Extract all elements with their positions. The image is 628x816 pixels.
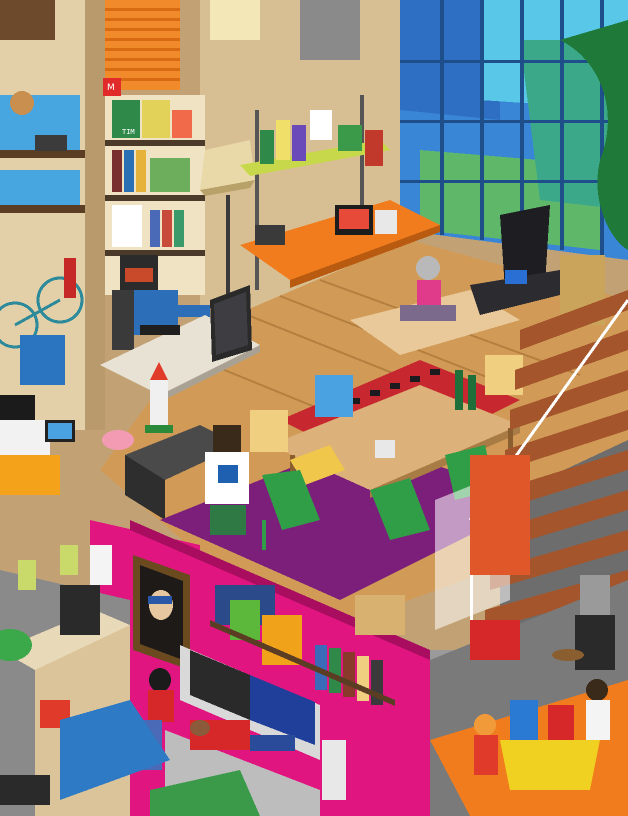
left-shelf-board-2	[0, 205, 85, 213]
orange-panel	[470, 455, 530, 575]
floor-speaker	[575, 615, 615, 670]
chair-back-cream	[250, 410, 288, 452]
orange-blinds	[105, 0, 180, 90]
office-chair	[112, 290, 134, 350]
stool	[552, 649, 584, 661]
top-boxes	[210, 0, 260, 40]
chair-back-blue	[315, 375, 353, 417]
coffee-machine	[60, 585, 100, 635]
book-spine-text-2: M	[107, 83, 115, 93]
cardboard-box	[355, 595, 405, 635]
left-shelf-back-2	[0, 170, 80, 210]
red-toolbox	[470, 620, 520, 660]
scene-canvas: TIM M	[0, 0, 628, 816]
tambourine	[10, 91, 34, 115]
book-spine-text-1: TIM	[122, 128, 135, 136]
pixel-art-scene: TIM M	[0, 0, 628, 816]
wall-panel	[300, 0, 360, 60]
game-console	[0, 775, 50, 805]
fire-extinguisher	[64, 258, 76, 298]
milk-carton	[90, 545, 112, 585]
top-crate	[0, 0, 55, 40]
bust-statue	[580, 575, 610, 615]
radio-device	[35, 135, 67, 151]
backpack	[20, 335, 65, 385]
left-shelf-board	[0, 150, 85, 158]
standing-fan	[322, 740, 346, 800]
piggy-bank	[102, 430, 134, 450]
